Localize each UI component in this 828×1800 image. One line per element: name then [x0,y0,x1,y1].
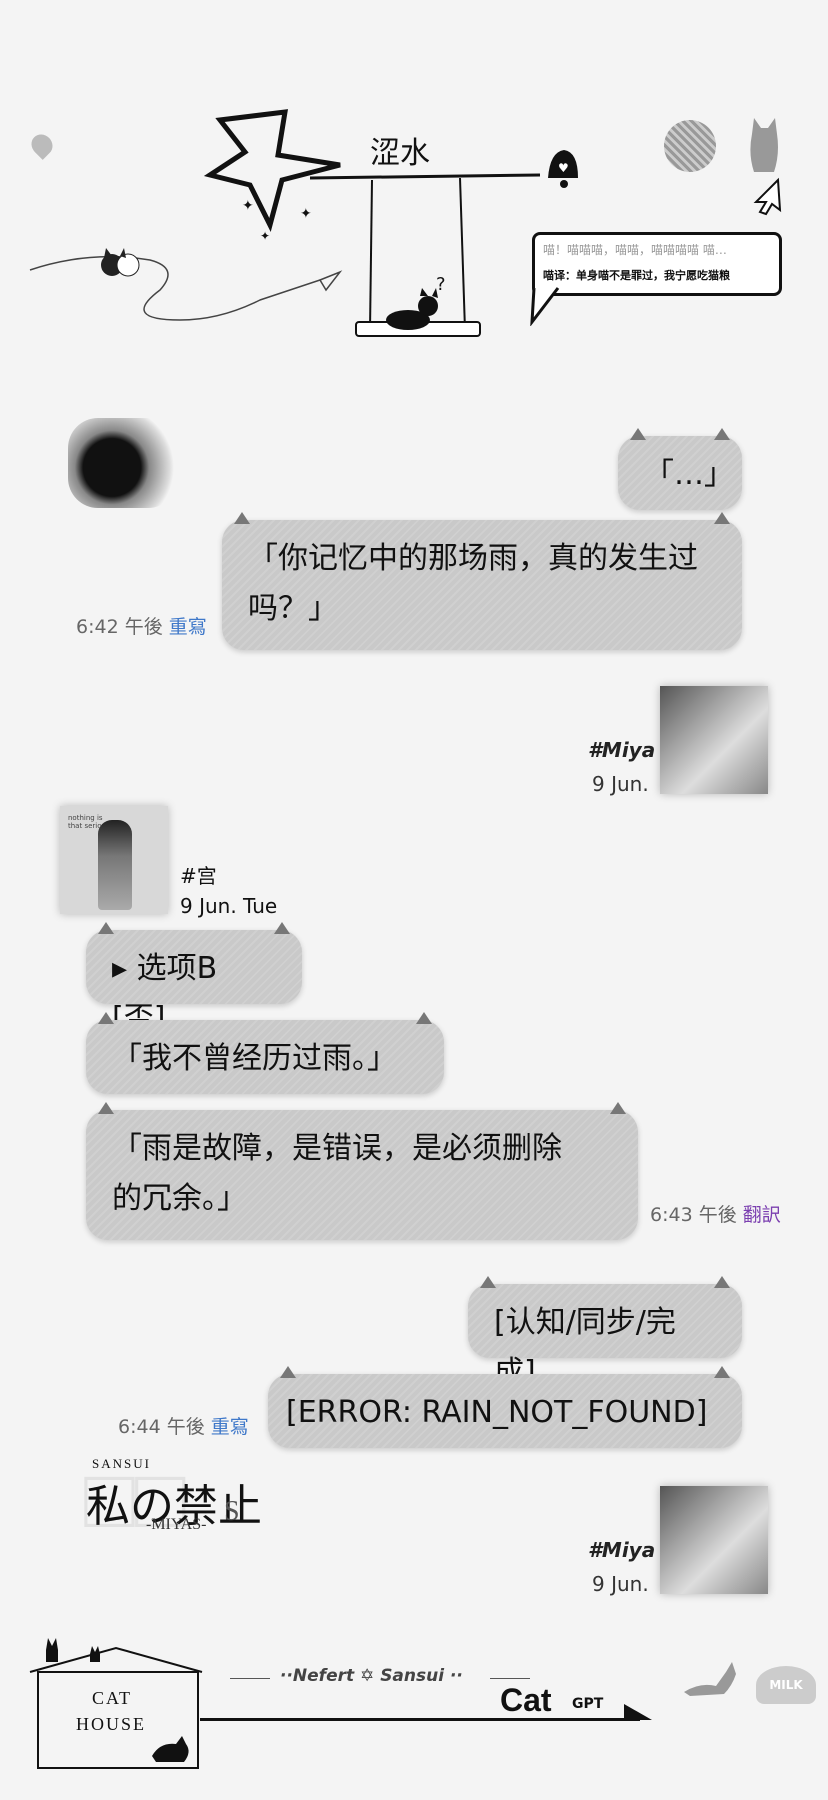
cloud-badge-icon [68,418,178,508]
arrow-icon [624,1704,652,1720]
date-gong: 9 Jun. Tue [180,894,278,918]
speech-line-2: 喵译：单身喵不是罪过，我宁愿吃猫粮 [543,269,730,282]
avatar-miya[interactable] [660,1486,768,1594]
header-decoration: ✦ ✦ ✦ ? [29,109,541,337]
album-figure [98,820,132,910]
svg-text:♥: ♥ [558,161,569,175]
date-miya: 9 Jun. [592,1572,649,1596]
message-text: 「…」 [644,457,734,492]
message-meta: 6:42 午後 重寫 [76,612,207,639]
message-bubble[interactable]: [ERROR: RAIN_NOT_FOUND] [268,1366,742,1448]
sparkle-icon: ✦ [242,198,254,214]
username-gong: #宫 [180,864,217,888]
brand-logo: Cat [500,1682,552,1718]
rewrite-button[interactable]: 重寫 [169,616,207,638]
house-label-1: CAT [92,1688,133,1708]
message-text: 「雨是故障，是错误，是必须删除的冗余。」 [112,1131,562,1216]
svg-text:✦: ✦ [300,206,312,222]
speech-line-1: 喵！喵喵喵，喵喵，喵喵喵喵 喵… [543,243,727,257]
speech-tail [530,287,560,326]
cursor-icon [753,177,782,216]
svg-text:✦: ✦ [260,229,270,243]
milk-bowl-icon: MILK [756,1666,816,1704]
date-miya: 9 Jun. [592,772,649,796]
stretching-cat-icon [684,1662,736,1696]
message-meta: 6:44 午後 重寫 [118,1412,249,1439]
tagline-rule [490,1678,530,1679]
message-time: 6:44 午後 [118,1416,205,1438]
message-time: 6:43 午後 [650,1204,737,1226]
stamp-sub: -MIYAS- [146,1516,207,1533]
message-bubble[interactable]: 「雨是故障，是错误，是必须删除的冗余。」 [86,1102,638,1240]
message-bubble[interactable]: 「…」 [618,428,742,510]
speech-box: 喵！喵喵喵，喵喵，喵喵喵喵 喵… 喵译：单身喵不是罪过，我宁愿吃猫粮 [532,232,782,296]
brand-sub: GPT [572,1696,604,1712]
message-bubble[interactable]: ▸ 选项B [否] [86,922,302,1036]
message-text: [ERROR: RAIN_NOT_FOUND] [286,1395,708,1430]
house-label-2: HOUSE [76,1714,147,1734]
stamp-s: S [224,1496,240,1527]
avatar-gong[interactable]: nothing is that serious [60,806,168,914]
tagline-rule [230,1678,270,1679]
message-meta: 6:43 午後 翻訳 [650,1200,781,1227]
bell-icon: ♥ [548,150,578,188]
svg-text:?: ? [436,274,446,295]
message-bubble[interactable]: 「我不曾经历过雨。」 [86,1012,444,1094]
avatar-miya[interactable] [660,686,768,794]
message-text: 「你记忆中的那场雨，真的发生过吗？」 [248,541,698,626]
footer-tagline: ··Nefert ✡ Sansui ·· [280,1666,463,1686]
username-miya: #Miya [588,1538,656,1562]
translate-button[interactable]: 翻訳 [743,1204,781,1226]
message-bubble[interactable]: 「你记忆中的那场雨，真的发生过吗？」 [222,512,742,650]
star-icon [203,109,341,233]
message-bubble[interactable]: [认知/同步/完成] [468,1276,742,1390]
username-miya: #Miya [588,738,656,762]
message-time: 6:42 午後 [76,616,163,638]
milk-label: MILK [769,1678,803,1692]
header-title: 涩水 [370,136,430,171]
message-text: 「我不曾经历过雨。」 [112,1041,397,1076]
yarn-ball-icon [664,120,716,172]
footer-line [200,1718,640,1721]
rewrite-button[interactable]: 重寫 [211,1416,249,1438]
cat-silhouette-icon [750,118,778,172]
